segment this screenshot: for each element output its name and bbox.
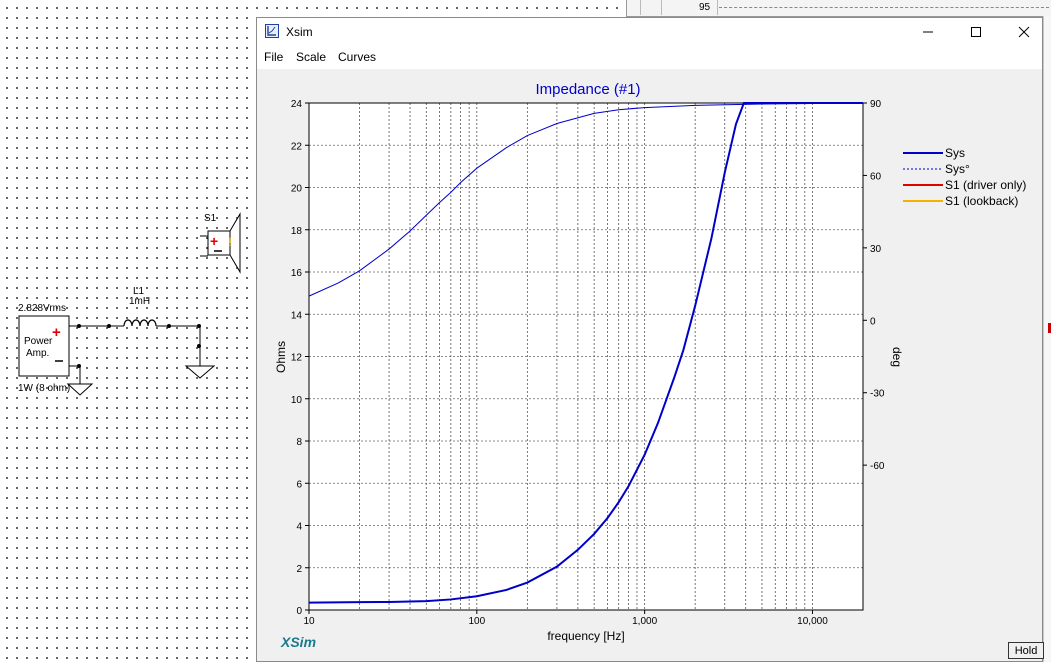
y2-tick-label: 0 xyxy=(870,316,876,327)
menu-file[interactable]: File xyxy=(264,50,283,64)
y-tick-label: 10 xyxy=(291,395,303,406)
inductor-l1[interactable]: L1 1mH xyxy=(123,286,157,327)
y-tick-label: 20 xyxy=(291,184,303,195)
wire-node xyxy=(77,364,81,368)
y2-tick-label: 60 xyxy=(870,171,882,182)
wire-node xyxy=(197,324,201,328)
close-icon xyxy=(1018,26,1030,37)
y2-tick-label: 90 xyxy=(870,99,882,110)
wire-node xyxy=(107,324,111,328)
inductor-coil-icon xyxy=(123,319,157,327)
y-tick-label: 6 xyxy=(296,479,302,490)
y-tick-label: 24 xyxy=(291,99,303,110)
speaker-warning-icon: ! xyxy=(228,235,232,249)
y-tick-label: 18 xyxy=(291,226,303,237)
x-axis-label: frequency [Hz] xyxy=(547,629,624,643)
source-voltage-label: 2.828Vrms xyxy=(18,303,66,314)
xsim-window[interactable]: Xsim File Scale Curves Impedance (#1) 0 2… xyxy=(256,17,1044,662)
background-window: 95 xyxy=(626,0,1051,17)
wires xyxy=(69,325,201,384)
menu-curves[interactable]: Curves xyxy=(338,50,376,64)
speaker-label: S1 xyxy=(204,213,217,224)
y2-tick-label: -30 xyxy=(870,389,885,400)
wire-node xyxy=(197,344,201,348)
background-right-panel xyxy=(1043,16,1051,662)
y2-tick-label: 30 xyxy=(870,244,882,255)
x-tick-label: 10 xyxy=(303,616,315,627)
wire-node xyxy=(77,324,81,328)
xsim-app-icon xyxy=(265,24,279,38)
legend-label: Sys xyxy=(945,146,965,160)
speaker-plus-icon: + xyxy=(210,233,218,249)
menu-scale[interactable]: Scale xyxy=(296,50,326,64)
inductor-value: 1mH xyxy=(129,296,150,307)
source-name-line1: Power xyxy=(24,336,53,347)
speaker-s1[interactable]: S1 + ! xyxy=(200,212,241,274)
close-button[interactable] xyxy=(1001,18,1047,45)
y-tick-label: 8 xyxy=(296,437,302,448)
impedance-chart[interactable]: Impedance (#1) 024681012141618202224-60-… xyxy=(257,69,1042,661)
legend: Sys Sys° S1 (driver only) S1 (lookback) xyxy=(903,146,1026,208)
hold-button[interactable]: Hold xyxy=(1008,642,1044,659)
y-tick-label: 22 xyxy=(291,141,303,152)
power-amp-source[interactable]: 2.828Vrms Power Amp. + 1W (8 ohm) xyxy=(18,303,70,394)
minimize-button[interactable] xyxy=(905,18,951,45)
x-tick-label: 100 xyxy=(468,616,485,627)
y-tick-label: 12 xyxy=(291,353,303,364)
y-tick-label: 0 xyxy=(296,606,302,617)
y-tick-label: 14 xyxy=(291,310,303,321)
y2-axis-label: deg xyxy=(890,347,904,367)
y-tick-label: 16 xyxy=(291,268,303,279)
source-power-label: 1W (8 ohm) xyxy=(18,383,70,394)
source-name-line2: Amp. xyxy=(26,348,49,359)
y-tick-label: 4 xyxy=(296,522,302,533)
chart-title: Impedance (#1) xyxy=(535,81,640,98)
title-bar[interactable]: Xsim xyxy=(257,18,1042,45)
menu-bar: File Scale Curves xyxy=(257,45,1042,69)
plot-area[interactable]: Impedance (#1) 0 2 4 6 8 10 12 14 16 18 20 22 24 -60-… xyxy=(257,69,1042,666)
bg-dashed-line xyxy=(719,7,1049,8)
bg-cell xyxy=(627,0,641,15)
x-tick-label: 10,000 xyxy=(797,616,828,627)
ground-icon xyxy=(66,383,94,396)
window-title: Xsim xyxy=(286,25,313,39)
x-tick-label: 1,000 xyxy=(632,616,657,627)
y2-tick-label: -60 xyxy=(870,461,885,472)
bg-cell xyxy=(641,0,662,15)
legend-label: S1 (lookback) xyxy=(945,194,1018,208)
y-tick-label: 2 xyxy=(296,564,302,575)
ground-icon xyxy=(184,365,216,379)
minimize-icon xyxy=(923,31,933,32)
maximize-button[interactable] xyxy=(953,18,999,45)
schematic-canvas[interactable]: S1 + ! 2.828Vrms Power Amp. + 1W (8 ohm)… xyxy=(0,0,256,662)
xsim-brand-logo: XSim xyxy=(280,634,316,650)
bg-value: 95 xyxy=(699,2,711,13)
source-plus-icon: + xyxy=(52,324,61,341)
wire-node xyxy=(167,324,171,328)
y-axis-label: Ohms xyxy=(274,341,288,373)
legend-label: S1 (driver only) xyxy=(945,178,1026,192)
maximize-icon xyxy=(971,26,981,37)
legend-label: Sys° xyxy=(945,162,970,176)
